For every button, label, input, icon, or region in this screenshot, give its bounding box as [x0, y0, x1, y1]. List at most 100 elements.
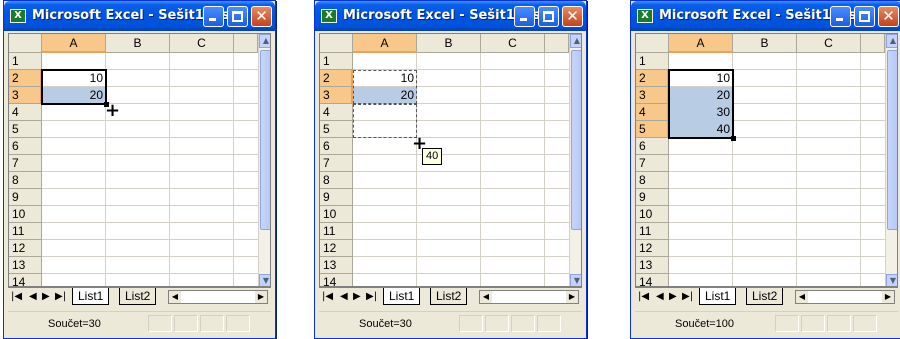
scroll-down-icon[interactable]: ▼ [259, 274, 270, 286]
row-header[interactable]: 14 [636, 274, 669, 286]
prev-sheet-icon[interactable]: ◀ [656, 290, 664, 304]
scroll-up-icon[interactable]: ▲ [886, 34, 897, 48]
scroll-left-icon[interactable]: ◀ [480, 291, 492, 303]
scroll-thumb[interactable] [887, 50, 897, 230]
row-header[interactable]: 2 [636, 70, 669, 87]
column-header-b[interactable]: B [417, 34, 481, 53]
row-header[interactable]: 12 [636, 240, 669, 257]
row-header[interactable]: 9 [320, 189, 353, 206]
selection-range[interactable] [41, 69, 109, 107]
last-sheet-icon[interactable]: ▶| [366, 290, 377, 304]
scroll-thumb[interactable] [571, 50, 581, 230]
worksheet-grid[interactable]: A B C 1 2 3 4 5 6 7 8 9 10 11 12 13 14 1… [319, 33, 582, 287]
column-header-d[interactable] [234, 34, 258, 53]
row-header[interactable]: 5 [320, 121, 353, 138]
row-header[interactable]: 11 [9, 223, 42, 240]
column-header-a[interactable]: A [353, 34, 417, 53]
first-sheet-icon[interactable]: |◀ [638, 290, 649, 304]
vertical-scrollbar[interactable]: ▲ ▼ [569, 34, 581, 286]
excel-icon[interactable]: X [10, 9, 26, 23]
row-header[interactable]: 11 [320, 223, 353, 240]
close-button[interactable]: ✕ [251, 6, 272, 27]
minimize-button[interactable] [203, 6, 224, 27]
row-header[interactable]: 1 [636, 53, 669, 70]
scroll-left-icon[interactable]: ◀ [169, 291, 181, 303]
selection-range[interactable] [668, 69, 736, 141]
tab-list1[interactable]: List1 [383, 288, 421, 305]
row-header[interactable]: 6 [320, 138, 353, 155]
title-bar[interactable]: X Microsoft Excel - Sešit1.xls ✕ [315, 1, 586, 31]
column-header-b[interactable]: B [733, 34, 797, 53]
row-header[interactable]: 4 [320, 104, 353, 121]
row-header[interactable]: 12 [320, 240, 353, 257]
row-header[interactable]: 8 [636, 172, 669, 189]
row-header[interactable]: 13 [9, 257, 42, 274]
first-sheet-icon[interactable]: |◀ [11, 290, 22, 304]
column-header-c[interactable]: C [481, 34, 545, 53]
title-bar[interactable]: X Microsoft Excel - Sešit1.xls ✕ [631, 1, 900, 31]
row-header[interactable]: 1 [320, 53, 353, 70]
row-header[interactable]: 7 [320, 155, 353, 172]
row-header[interactable]: 7 [9, 155, 42, 172]
row-header[interactable]: 12 [9, 240, 42, 257]
column-header-c[interactable]: C [797, 34, 861, 53]
row-header[interactable]: 3 [320, 87, 353, 104]
minimize-button[interactable] [830, 6, 851, 27]
row-header[interactable]: 6 [9, 138, 42, 155]
prev-sheet-icon[interactable]: ◀ [340, 290, 348, 304]
vertical-scrollbar[interactable]: ▲ ▼ [258, 34, 270, 286]
tab-list1[interactable]: List1 [72, 288, 110, 305]
worksheet-grid[interactable]: A B C 1 2 3 4 5 6 7 8 9 10 11 12 13 14 1… [8, 33, 271, 287]
horizontal-scrollbar[interactable]: ◀ ▶ [168, 290, 268, 304]
last-sheet-icon[interactable]: ▶| [682, 290, 693, 304]
tab-list2[interactable]: List2 [430, 288, 468, 305]
scroll-up-icon[interactable]: ▲ [570, 34, 581, 48]
column-header-a[interactable]: A [42, 34, 106, 53]
close-button[interactable]: ✕ [878, 6, 899, 27]
next-sheet-icon[interactable]: ▶ [669, 290, 677, 304]
scroll-down-icon[interactable]: ▼ [570, 274, 581, 286]
next-sheet-icon[interactable]: ▶ [353, 290, 361, 304]
close-button[interactable]: ✕ [562, 6, 583, 27]
vertical-scrollbar[interactable]: ▲ ▼ [885, 34, 897, 286]
column-header-d[interactable] [861, 34, 885, 53]
row-header[interactable]: 4 [9, 104, 42, 121]
row-header[interactable]: 1 [9, 53, 42, 70]
scroll-up-icon[interactable]: ▲ [259, 34, 270, 48]
scroll-right-icon[interactable]: ▶ [255, 291, 267, 303]
row-header[interactable]: 5 [636, 121, 669, 138]
row-header[interactable]: 2 [9, 70, 42, 87]
scroll-thumb[interactable] [260, 50, 270, 230]
row-header[interactable]: 8 [9, 172, 42, 189]
scroll-right-icon[interactable]: ▶ [566, 291, 578, 303]
selection-range[interactable] [353, 70, 417, 104]
column-header-a[interactable]: A [669, 34, 733, 53]
row-header[interactable]: 13 [320, 257, 353, 274]
row-header[interactable]: 8 [320, 172, 353, 189]
select-all-corner[interactable] [9, 34, 42, 53]
scroll-down-icon[interactable]: ▼ [886, 274, 897, 286]
maximize-button[interactable] [854, 6, 875, 27]
row-header[interactable]: 3 [636, 87, 669, 104]
row-header[interactable]: 9 [9, 189, 42, 206]
tab-list2[interactable]: List2 [119, 288, 157, 305]
horizontal-scrollbar[interactable]: ◀ ▶ [795, 290, 895, 304]
maximize-button[interactable] [538, 6, 559, 27]
row-header[interactable]: 9 [636, 189, 669, 206]
column-header-c[interactable]: C [170, 34, 234, 53]
maximize-button[interactable] [227, 6, 248, 27]
tab-list2[interactable]: List2 [746, 288, 784, 305]
last-sheet-icon[interactable]: ▶| [55, 290, 66, 304]
row-header[interactable]: 11 [636, 223, 669, 240]
row-header[interactable]: 3 [9, 87, 42, 104]
row-header[interactable]: 7 [636, 155, 669, 172]
column-header-d[interactable] [545, 34, 569, 53]
horizontal-scrollbar[interactable]: ◀ ▶ [479, 290, 579, 304]
prev-sheet-icon[interactable]: ◀ [29, 290, 37, 304]
minimize-button[interactable] [514, 6, 535, 27]
first-sheet-icon[interactable]: |◀ [322, 290, 333, 304]
select-all-corner[interactable] [320, 34, 353, 53]
row-header[interactable]: 13 [636, 257, 669, 274]
row-header[interactable]: 10 [636, 206, 669, 223]
row-header[interactable]: 14 [320, 274, 353, 286]
